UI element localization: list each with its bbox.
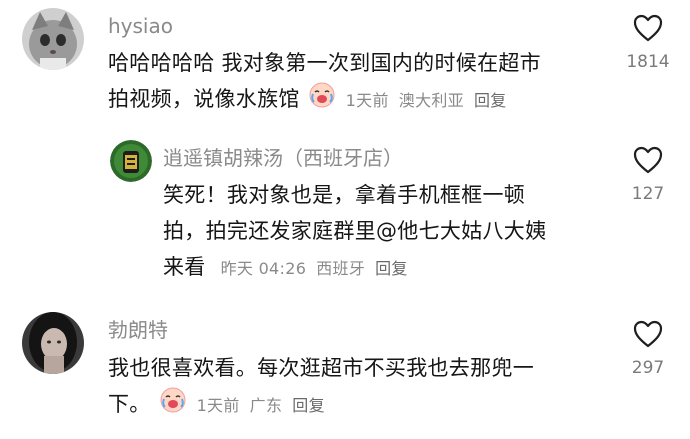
- comment-text-line: 笑死！我对象也是，拿着手机框框一顿: [163, 183, 526, 207]
- comment-text: 哈哈哈哈哈 我对象第一次到国内的时候在超市 拍视频，说像水族馆 1天前 澳大利亚回…: [108, 45, 608, 119]
- crying-laughing-emoji-icon: [160, 387, 186, 424]
- comment-time: 1天前: [345, 91, 389, 110]
- comment-location: 西班牙: [316, 259, 366, 278]
- like-count: 1814: [626, 52, 670, 72]
- heart-icon: [633, 320, 663, 348]
- crying-laughing-emoji-icon: [309, 82, 335, 119]
- comment-text-line: 拍视频，说像水族馆: [108, 87, 300, 111]
- heart-icon: [633, 14, 663, 42]
- heart-icon: [633, 146, 663, 174]
- avatar-cat[interactable]: [22, 8, 84, 70]
- comment-text-line: 我也很喜欢看。每次逛超市不买我也去那兜一: [108, 356, 534, 380]
- like-count: 127: [631, 184, 665, 204]
- comment-text: 我也很喜欢看。每次逛超市不买我也去那兜一 下。 1天前 广东 回复: [108, 350, 608, 424]
- like-button[interactable]: 1814: [618, 14, 678, 72]
- comment-username[interactable]: 逍遥镇胡辣汤（西班牙店）: [163, 146, 403, 170]
- comment-text-line: 下。: [108, 392, 151, 416]
- cat-avatar-image: [22, 8, 84, 70]
- comment-text-line: 哈哈哈哈哈 我对象第一次到国内的时候在超市: [108, 51, 541, 75]
- reply-button[interactable]: 回复: [474, 91, 507, 110]
- comment-time: 昨天 04:26: [220, 259, 307, 278]
- comment-text: 笑死！我对象也是，拿着手机框框一顿 拍，拍完还发家庭群里@他七大姑八大姨 来看 …: [163, 177, 613, 287]
- comment-text-line: 拍，拍完还发家庭群里@他七大姑八大姨: [163, 219, 547, 243]
- avatar-person[interactable]: [22, 312, 84, 374]
- comment-text-line: 来看: [163, 255, 206, 279]
- comment-time: 1天前: [196, 396, 240, 415]
- store-avatar-image: [110, 140, 152, 182]
- person-avatar-image: [22, 312, 84, 374]
- comment-location: 澳大利亚: [398, 91, 464, 110]
- like-button[interactable]: 297: [618, 320, 678, 378]
- reply-button[interactable]: 回复: [375, 259, 408, 278]
- comment-username[interactable]: 勃朗特: [108, 318, 168, 342]
- comment-username[interactable]: hysiao: [108, 14, 173, 38]
- like-button[interactable]: 127: [618, 146, 678, 204]
- like-count: 297: [631, 358, 665, 378]
- avatar-store[interactable]: [110, 140, 152, 182]
- comment-location: 广东: [249, 396, 283, 415]
- reply-button[interactable]: 回复: [292, 396, 325, 415]
